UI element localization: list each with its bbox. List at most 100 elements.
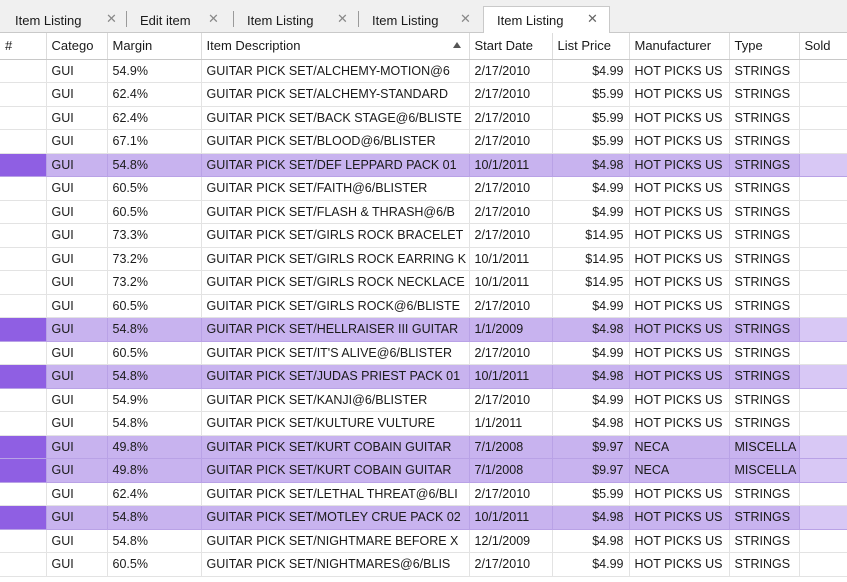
description-cell[interactable]: GUITAR PICK SET/GIRLS ROCK EARRING K: [201, 247, 470, 271]
margin-cell[interactable]: 62.4%: [107, 106, 202, 130]
manufacturer-cell[interactable]: HOT PICKS US: [629, 247, 730, 271]
start-date-cell[interactable]: 2/17/2010: [469, 294, 553, 318]
manufacturer-cell[interactable]: NECA: [629, 435, 730, 459]
list-price-cell[interactable]: $4.98: [552, 153, 630, 177]
list-price-cell[interactable]: $5.99: [552, 106, 630, 130]
manufacturer-cell[interactable]: HOT PICKS US: [629, 270, 730, 295]
type-cell[interactable]: STRINGS: [729, 106, 800, 130]
margin-cell[interactable]: 54.8%: [107, 529, 202, 553]
type-cell[interactable]: STRINGS: [729, 411, 800, 436]
row-number-cell[interactable]: [0, 129, 47, 154]
column-header-start-date[interactable]: Start Date: [469, 33, 553, 60]
list-price-cell[interactable]: $14.95: [552, 247, 630, 271]
description-cell[interactable]: GUITAR PICK SET/HELLRAISER III GUITAR: [201, 317, 470, 342]
description-cell[interactable]: GUITAR PICK SET/GIRLS ROCK NECKLACE: [201, 270, 470, 295]
margin-cell[interactable]: 73.2%: [107, 270, 202, 295]
start-date-cell[interactable]: 2/17/2010: [469, 552, 553, 577]
sold-cell[interactable]: [799, 129, 847, 154]
start-date-cell[interactable]: 2/17/2010: [469, 388, 553, 412]
close-icon[interactable]: ✕: [208, 12, 219, 27]
margin-cell[interactable]: 62.4%: [107, 82, 202, 107]
start-date-cell[interactable]: 2/17/2010: [469, 82, 553, 107]
category-cell[interactable]: GUI: [46, 552, 108, 577]
description-cell[interactable]: GUITAR PICK SET/NIGHTMARES@6/BLIS: [201, 552, 470, 577]
margin-cell[interactable]: 54.8%: [107, 317, 202, 342]
category-cell[interactable]: GUI: [46, 529, 108, 553]
row-number-cell[interactable]: [0, 341, 47, 365]
category-cell[interactable]: GUI: [46, 200, 108, 224]
row-number-cell[interactable]: [0, 270, 47, 295]
description-cell[interactable]: GUITAR PICK SET/DEF LEPPARD PACK 01: [201, 153, 470, 177]
row-number-cell[interactable]: [0, 247, 47, 271]
description-cell[interactable]: GUITAR PICK SET/IT'S ALIVE@6/BLISTER: [201, 341, 470, 365]
row-number-cell[interactable]: [0, 223, 47, 248]
list-price-cell[interactable]: $4.98: [552, 364, 630, 389]
close-icon[interactable]: ✕: [106, 12, 117, 27]
table-row[interactable]: GUI 54.8% GUITAR PICK SET/HELLRAISER III G…: [0, 317, 847, 342]
sold-cell[interactable]: [799, 341, 847, 365]
category-cell[interactable]: GUI: [46, 411, 108, 436]
margin-cell[interactable]: 54.8%: [107, 505, 202, 530]
type-cell[interactable]: STRINGS: [729, 153, 800, 177]
row-number-cell[interactable]: [0, 59, 47, 83]
list-price-cell[interactable]: $5.99: [552, 82, 630, 107]
category-cell[interactable]: GUI: [46, 435, 108, 459]
margin-cell[interactable]: 54.8%: [107, 364, 202, 389]
start-date-cell[interactable]: 1/1/2009: [469, 317, 553, 342]
row-number-cell[interactable]: [0, 435, 47, 459]
table-row[interactable]: GUI 49.8% GUITAR PICK SET/KURT COBAIN GUIT…: [0, 458, 847, 483]
sold-cell[interactable]: [799, 270, 847, 295]
margin-cell[interactable]: 54.9%: [107, 59, 202, 83]
description-cell[interactable]: GUITAR PICK SET/KULTURE VULTURE: [201, 411, 470, 436]
start-date-cell[interactable]: 10/1/2011: [469, 364, 553, 389]
sold-cell[interactable]: [799, 247, 847, 271]
type-cell[interactable]: STRINGS: [729, 200, 800, 224]
table-row[interactable]: GUI 54.8% GUITAR PICK SET/KULTURE VULTURE 1…: [0, 411, 847, 436]
start-date-cell[interactable]: 2/17/2010: [469, 176, 553, 201]
description-cell[interactable]: GUITAR PICK SET/KANJI@6/BLISTER: [201, 388, 470, 412]
start-date-cell[interactable]: 7/1/2008: [469, 458, 553, 483]
row-number-cell[interactable]: [0, 529, 47, 553]
category-cell[interactable]: GUI: [46, 247, 108, 271]
description-cell[interactable]: GUITAR PICK SET/KURT COBAIN GUITAR: [201, 435, 470, 459]
close-icon[interactable]: ✕: [460, 12, 471, 27]
description-cell[interactable]: GUITAR PICK SET/JUDAS PRIEST PACK 01: [201, 364, 470, 389]
type-cell[interactable]: STRINGS: [729, 317, 800, 342]
tab-edit-item[interactable]: Edit item ✕: [127, 7, 234, 33]
category-cell[interactable]: GUI: [46, 341, 108, 365]
margin-cell[interactable]: 73.2%: [107, 247, 202, 271]
start-date-cell[interactable]: 10/1/2011: [469, 270, 553, 295]
description-cell[interactable]: GUITAR PICK SET/BACK STAGE@6/BLISTE: [201, 106, 470, 130]
row-number-cell[interactable]: [0, 482, 47, 506]
list-price-cell[interactable]: $4.99: [552, 294, 630, 318]
type-cell[interactable]: STRINGS: [729, 529, 800, 553]
type-cell[interactable]: MISCELLA: [729, 435, 800, 459]
list-price-cell[interactable]: $14.95: [552, 223, 630, 248]
start-date-cell[interactable]: 2/17/2010: [469, 223, 553, 248]
sold-cell[interactable]: [799, 106, 847, 130]
list-price-cell[interactable]: $4.99: [552, 388, 630, 412]
start-date-cell[interactable]: 2/17/2010: [469, 106, 553, 130]
column-header-margin[interactable]: Margin: [107, 33, 202, 60]
type-cell[interactable]: STRINGS: [729, 82, 800, 107]
start-date-cell[interactable]: 10/1/2011: [469, 505, 553, 530]
list-price-cell[interactable]: $4.99: [552, 59, 630, 83]
sold-cell[interactable]: [799, 59, 847, 83]
manufacturer-cell[interactable]: HOT PICKS US: [629, 200, 730, 224]
list-price-cell[interactable]: $4.98: [552, 505, 630, 530]
category-cell[interactable]: GUI: [46, 106, 108, 130]
description-cell[interactable]: GUITAR PICK SET/GIRLS ROCK BRACELET: [201, 223, 470, 248]
list-price-cell[interactable]: $5.99: [552, 482, 630, 506]
category-cell[interactable]: GUI: [46, 317, 108, 342]
margin-cell[interactable]: 49.8%: [107, 458, 202, 483]
column-header-category[interactable]: Catego: [46, 33, 108, 60]
sold-cell[interactable]: [799, 153, 847, 177]
row-number-cell[interactable]: [0, 411, 47, 436]
margin-cell[interactable]: 54.9%: [107, 388, 202, 412]
category-cell[interactable]: GUI: [46, 129, 108, 154]
list-price-cell[interactable]: $9.97: [552, 458, 630, 483]
sold-cell[interactable]: [799, 176, 847, 201]
category-cell[interactable]: GUI: [46, 364, 108, 389]
row-number-cell[interactable]: [0, 176, 47, 201]
tab-item-listing-1[interactable]: Item Listing ✕: [2, 7, 127, 33]
